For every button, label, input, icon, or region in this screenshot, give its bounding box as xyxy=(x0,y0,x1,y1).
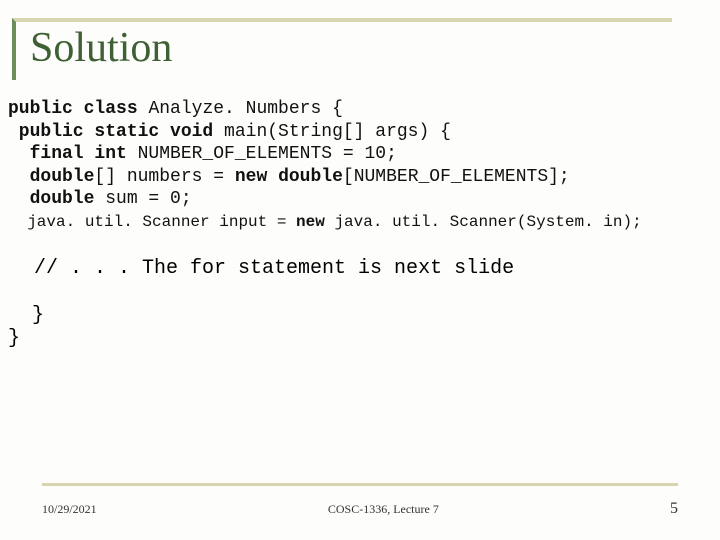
code-text: java. util. Scanner input = xyxy=(8,213,296,231)
code-closers: } } xyxy=(0,304,720,350)
code-scanner: java. util. Scanner input = new java. ut… xyxy=(8,213,642,231)
kw-double2: double xyxy=(8,189,105,209)
kw-double: double xyxy=(8,167,94,187)
slide: Solution public class Analyze. Numbers {… xyxy=(0,0,720,540)
code-text: sum = 0; xyxy=(105,189,191,209)
footer-divider xyxy=(42,483,678,486)
footer-page: 5 xyxy=(670,500,678,518)
code-text: NUMBER_OF_ELEMENTS = 10; xyxy=(138,144,397,164)
kw-new: new xyxy=(296,213,334,231)
title-container: Solution xyxy=(12,18,672,80)
footer-center: COSC-1336, Lecture 7 xyxy=(328,502,439,517)
code-text: Analyze. Numbers { xyxy=(148,99,342,119)
kw-public-class: public class xyxy=(8,99,148,119)
kw-new-double: new double xyxy=(235,167,343,187)
footer-date: 10/29/2021 xyxy=(42,502,97,517)
kw-public-static-void: public static void xyxy=(8,122,224,142)
code-comment: // . . . The for statement is next slide xyxy=(0,257,720,280)
code-block: public class Analyze. Numbers { public s… xyxy=(0,98,720,233)
slide-title: Solution xyxy=(26,22,672,80)
footer: 10/29/2021 COSC-1336, Lecture 7 5 xyxy=(42,500,678,518)
code-text: java. util. Scanner(System. in); xyxy=(334,213,641,231)
code-text: [NUMBER_OF_ELEMENTS]; xyxy=(343,167,570,187)
kw-final-int: final int xyxy=(8,144,138,164)
code-text: [] numbers = xyxy=(94,167,234,187)
code-text: main(String[] args) { xyxy=(224,122,451,142)
